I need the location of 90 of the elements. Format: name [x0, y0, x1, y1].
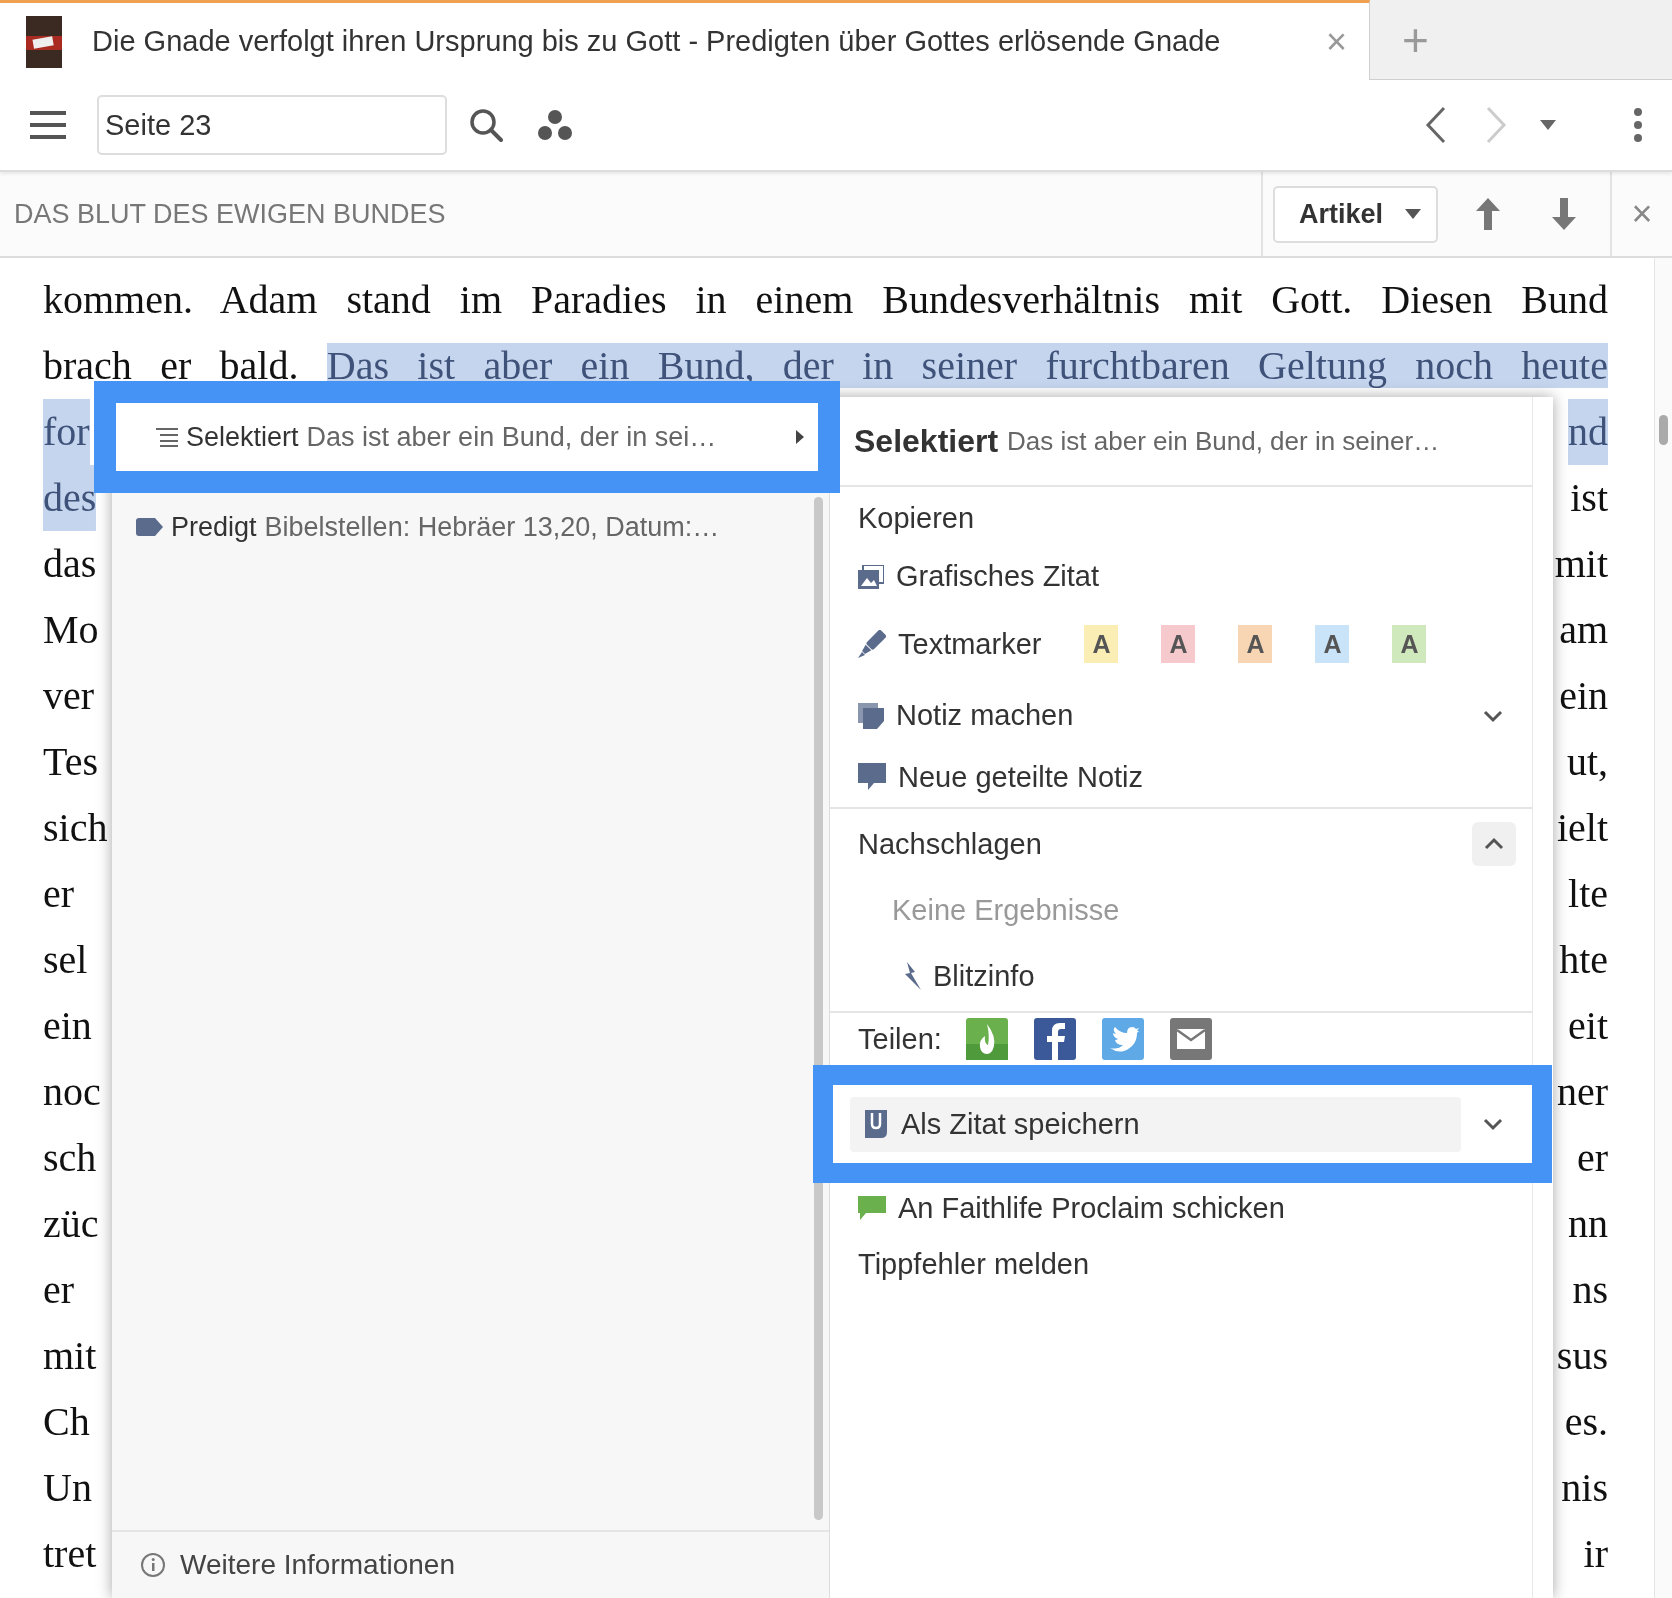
body-text: mit [43, 1332, 97, 1380]
save-quote-button[interactable]: Als Zitat speichern [850, 1096, 1461, 1152]
menu-icon[interactable] [30, 110, 66, 140]
scrollbar-thumb[interactable] [1659, 415, 1668, 445]
book-cover-icon [26, 15, 62, 68]
body-text: ir [1583, 1530, 1608, 1578]
body-text: hte [1559, 936, 1608, 984]
menu-item[interactable]: Grafisches Zitat [858, 560, 1100, 593]
body-text: es. [1564, 1398, 1608, 1446]
body-text: nis [1561, 1464, 1608, 1512]
color-swatch[interactable]: A [1238, 625, 1273, 663]
selected-text: Das ist aber ein Bund, der in seiner furchtbaren Geltung noch heute [326, 343, 1608, 388]
mail-icon[interactable] [1169, 1018, 1212, 1060]
down-arrow-icon[interactable] [1552, 198, 1576, 230]
caret-right-icon [796, 430, 804, 444]
body-text: sus [1556, 1332, 1608, 1380]
scrollbar[interactable] [1654, 258, 1672, 1598]
body-text: am [1559, 606, 1608, 654]
share-label: Teilen: [858, 1022, 942, 1056]
selected-text: nd [1568, 399, 1608, 465]
menu-item[interactable]: Tippfehler melden [858, 1247, 1090, 1281]
body-text: ner [1556, 1068, 1608, 1116]
marker-icon [858, 630, 886, 658]
body-text: kommen. Adam stand im Paradies in einem Bundesverhältnis mit Gott. Diesen Bund [43, 277, 1608, 322]
chevron-down-icon[interactable] [1482, 1116, 1504, 1132]
body-text: eit [1568, 1002, 1608, 1050]
body-text: ver [43, 672, 95, 720]
flame-icon[interactable] [965, 1018, 1008, 1060]
section-heading[interactable]: Nachschlagen [858, 827, 1042, 861]
body-text: mit [1554, 540, 1608, 588]
body-text: ist [1570, 474, 1608, 522]
color-swatch[interactable]: A [1315, 625, 1350, 663]
body-text: Ch [43, 1398, 90, 1446]
body-text: züc [43, 1200, 99, 1248]
collapse-button[interactable] [1472, 822, 1516, 866]
body-text: er [43, 870, 75, 918]
body-text: ein [43, 1002, 92, 1050]
body-text: ein [1559, 672, 1608, 720]
picture-icon [858, 564, 884, 589]
clip-icon [865, 1110, 887, 1138]
body-text: sich [43, 804, 108, 852]
menu-item[interactable]: Neue geteilte Notiz [858, 760, 1144, 794]
menu-item[interactable]: Blitzinfo [905, 959, 1035, 993]
selected-text: des [43, 465, 97, 531]
body-text: sel [43, 936, 88, 984]
facebook-icon[interactable] [1033, 1018, 1076, 1060]
caret-icon[interactable] [1540, 120, 1556, 130]
menu-item[interactable]: Notiz machen [858, 699, 1074, 732]
body-text: tret [43, 1530, 97, 1578]
chat-bubble-icon [858, 1196, 886, 1220]
up-arrow-icon[interactable] [1476, 198, 1500, 230]
search-icon[interactable] [469, 108, 503, 142]
body-text: das [43, 540, 97, 588]
page-field[interactable]: Seite 23 [97, 95, 447, 155]
info-icon [140, 1552, 166, 1578]
note-icon [858, 702, 884, 729]
three-dots-icon[interactable] [537, 109, 573, 141]
menu-item[interactable]: Kopieren [858, 501, 975, 535]
body-text: er [43, 1266, 75, 1314]
lightning-icon [905, 962, 921, 990]
body-text: ns [1572, 1266, 1608, 1314]
body-text: er [1576, 1134, 1608, 1182]
color-swatch[interactable]: A [1392, 625, 1427, 663]
selected-text: for [43, 399, 90, 465]
tab-title[interactable]: Die Gnade verfolgt ihren Ursprung bis zu Gott - Predigten über Gottes erlösende Gnade [92, 25, 1221, 58]
body-text: Mo [43, 606, 99, 654]
body-text: sch [43, 1134, 97, 1182]
sidebar-item[interactable]: Predigt Bibelstellen: Hebräer 13,20, Datum:… [116, 493, 812, 561]
sidebar-item[interactable]: Selektiert Das ist aber ein Bund, der in sei… [94, 381, 840, 493]
body-text: Un [43, 1464, 92, 1512]
body-text: ut, [1566, 738, 1608, 786]
body-text: nn [1568, 1200, 1608, 1248]
more-info-link[interactable]: Weitere Informationen [180, 1549, 455, 1581]
article-title: DAS BLUT DES EWIGEN BUNDES [13, 198, 447, 230]
color-swatch[interactable]: A [1161, 625, 1196, 663]
color-swatch[interactable]: A [1084, 625, 1119, 663]
chevron-up-icon [1483, 836, 1505, 852]
body-text: ielt [1556, 804, 1608, 852]
text-lines-icon [156, 427, 178, 447]
body-text: Tes [43, 738, 98, 786]
menu-item[interactable]: Textmarker [858, 627, 1042, 661]
more-icon[interactable] [1634, 108, 1642, 142]
menu-item[interactable]: An Faithlife Proclaim schicken [858, 1191, 1285, 1225]
body-text: lte [1568, 870, 1608, 918]
body-text: noc [43, 1068, 101, 1116]
back-icon[interactable] [1425, 105, 1447, 145]
speech-bubble-icon [858, 763, 886, 791]
article-dropdown[interactable]: Artikel [1273, 185, 1438, 243]
tag-icon [136, 518, 163, 536]
caret-icon [1405, 209, 1422, 219]
